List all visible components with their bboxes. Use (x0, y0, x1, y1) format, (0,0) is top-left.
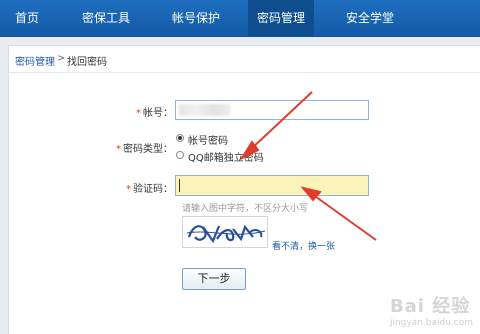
nav-spacer (0, 37, 480, 45)
radio-account-password[interactable] (176, 134, 184, 142)
content-panel: 密码管理 > 找回密码 * 帐号： * 密码类型： 帐号密码 QQ邮箱独立密码 * 验… (8, 45, 480, 334)
nav-item-security-school[interactable]: 安全学堂 (334, 0, 406, 36)
nav-item-home[interactable]: 首页 (4, 0, 50, 36)
required-mark: * (126, 184, 131, 195)
password-type-label: * 密码类型： (99, 140, 173, 155)
blurred-account-value (179, 104, 231, 116)
radio-account-password-label[interactable]: 帐号密码 (188, 132, 228, 147)
account-label-text: 帐号： (143, 108, 173, 119)
captcha-hint: 请输入图中字符，不区分大小写 (182, 204, 309, 214)
watermark-url: jingyan.baidu.com (389, 318, 473, 328)
radio-qqmail-password[interactable] (176, 151, 184, 159)
nav-item-password-management[interactable]: 密码管理 (248, 0, 314, 36)
top-nav: 首页 密保工具 帐号保护 密码管理 安全学堂 (0, 0, 480, 37)
captcha-image[interactable] (182, 216, 268, 248)
captcha-label-text: 验证码： (133, 184, 173, 195)
next-button[interactable]: 下一步 (182, 268, 246, 290)
account-label: * 帐号： (109, 104, 173, 119)
refresh-captcha-link[interactable]: 看不清，换一张 (272, 239, 335, 252)
nav-item-account-protection[interactable]: 帐号保护 (160, 0, 232, 36)
account-input[interactable] (175, 100, 369, 120)
nav-item-security-tools[interactable]: 密保工具 (70, 0, 142, 36)
text-cursor (179, 179, 180, 192)
watermark: Bai 经验 jingyan.baidu.com (390, 292, 473, 328)
captcha-glyphs (186, 224, 266, 244)
required-mark: * (116, 144, 121, 155)
breadcrumb: 密码管理 > 找回密码 (9, 46, 480, 73)
password-type-label-text: 密码类型： (123, 144, 173, 155)
breadcrumb-separator: > (57, 53, 66, 64)
captcha-label: * 验证码： (109, 180, 173, 195)
breadcrumb-current: 找回密码 (67, 57, 107, 68)
watermark-brand: Bai 经验 (389, 296, 471, 317)
required-mark: * (136, 108, 141, 119)
radio-qqmail-password-label[interactable]: QQ邮箱独立密码 (188, 149, 264, 164)
captcha-input[interactable] (175, 175, 369, 196)
breadcrumb-link[interactable]: 密码管理 (15, 53, 55, 68)
